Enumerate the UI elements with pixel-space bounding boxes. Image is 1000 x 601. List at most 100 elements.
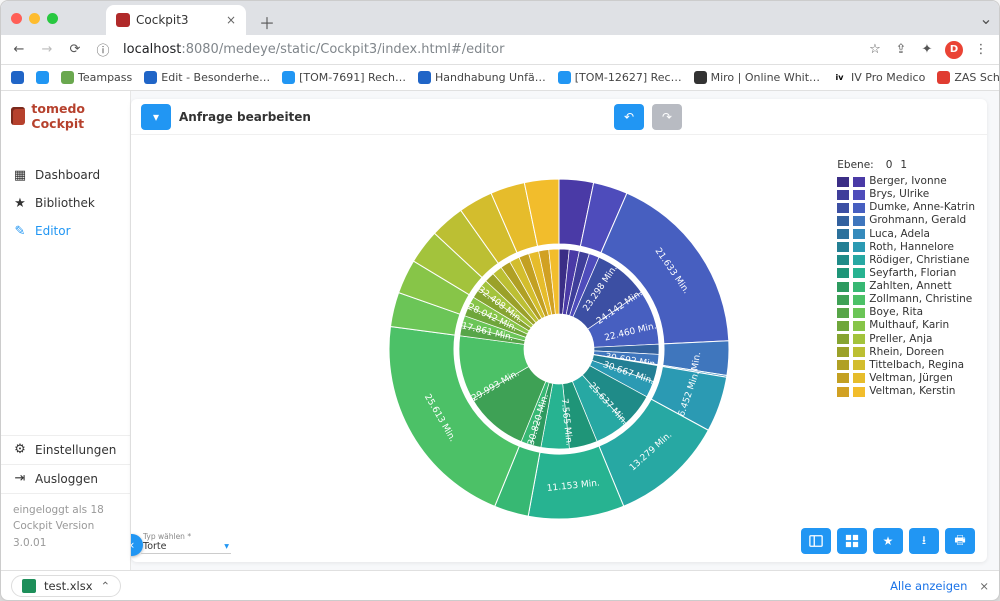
sidebar-item-editor[interactable]: ✎ Editor bbox=[1, 217, 130, 245]
sidebar-item-label: Ausloggen bbox=[35, 472, 98, 486]
legend-row[interactable]: Rhein, Doreen bbox=[837, 346, 975, 359]
sidebar-item-logout[interactable]: ⇥ Ausloggen bbox=[1, 465, 130, 494]
legend-swatch-1 bbox=[853, 216, 865, 226]
sidebar-item-label: Bibliothek bbox=[35, 196, 95, 210]
legend-row[interactable]: Grohmann, Gerald bbox=[837, 214, 975, 227]
maximize-icon[interactable] bbox=[47, 13, 58, 24]
gear-icon: ⚙ bbox=[13, 443, 27, 457]
window-controls[interactable] bbox=[11, 13, 58, 24]
chart-type-select[interactable]: Typ wählen * Torte ▾ bbox=[141, 531, 231, 554]
show-all-downloads-link[interactable]: Alle anzeigen bbox=[890, 579, 967, 593]
bookmark-item[interactable] bbox=[36, 71, 49, 84]
tab-close-icon[interactable]: × bbox=[226, 13, 236, 27]
legend-row[interactable]: Roth, Hannelore bbox=[837, 241, 975, 254]
profile-avatar[interactable]: D bbox=[945, 41, 963, 59]
chevron-up-icon[interactable]: ⌃ bbox=[101, 579, 111, 593]
legend-swatch-1 bbox=[853, 360, 865, 370]
tabs-overflow-icon[interactable]: ⌄ bbox=[973, 9, 999, 28]
redo-button[interactable]: ↷ bbox=[652, 104, 682, 130]
site-info-icon[interactable]: ⓘ bbox=[95, 42, 111, 58]
legend-swatch-1 bbox=[853, 295, 865, 305]
bookmark-icon bbox=[937, 71, 950, 84]
legend-row[interactable]: Veltman, Jürgen bbox=[837, 372, 975, 385]
bookmark-item[interactable]: [TOM-7691] Rech… bbox=[282, 71, 406, 84]
legend-row[interactable]: Luca, Adela bbox=[837, 228, 975, 241]
url-field[interactable]: localhost:8080/medeye/static/Cockpit3/in… bbox=[123, 42, 855, 57]
close-icon[interactable] bbox=[11, 13, 22, 24]
legend-row[interactable]: Rödiger, Christiane bbox=[837, 254, 975, 267]
back-icon[interactable]: ← bbox=[11, 42, 27, 58]
legend-title: Ebene: bbox=[837, 159, 873, 171]
extensions-icon[interactable]: ✦ bbox=[919, 42, 935, 58]
legend-row[interactable]: Preller, Anja bbox=[837, 333, 975, 346]
bookmark-star-icon[interactable]: ☆ bbox=[867, 42, 883, 58]
download-shelf: test.xlsx ⌃ Alle anzeigen × bbox=[1, 570, 999, 600]
bookmark-item[interactable]: ivIV Pro Medico bbox=[832, 71, 925, 84]
legend-row[interactable]: Boye, Rita bbox=[837, 306, 975, 319]
legend-label: Multhauf, Karin bbox=[869, 319, 949, 332]
legend-row[interactable]: Brys, Ulrike bbox=[837, 188, 975, 201]
bookmark-item[interactable]: Edit - Besonderhe… bbox=[144, 71, 270, 84]
bookmark-item[interactable] bbox=[11, 71, 24, 84]
sidebar-item-bibliothek[interactable]: ★ Bibliothek bbox=[1, 189, 130, 217]
legend-swatch-0 bbox=[837, 347, 849, 357]
brand: tomedo Cockpit bbox=[1, 101, 130, 143]
pie-chart[interactable]: 21.633 Min.23.298 Min.24.142 Min.22.460 … bbox=[339, 159, 779, 539]
legend-label: Veltman, Jürgen bbox=[869, 372, 953, 385]
new-tab-button[interactable]: ＋ bbox=[254, 9, 280, 35]
tab-title: Cockpit3 bbox=[136, 13, 189, 27]
legend-label: Tittelbach, Regina bbox=[869, 359, 964, 372]
tab-cockpit[interactable]: Cockpit3 × bbox=[106, 5, 246, 35]
legend-swatch-0 bbox=[837, 360, 849, 370]
legend-row[interactable]: Zollmann, Christine bbox=[837, 293, 975, 306]
legend-row[interactable]: Zahlten, Annett bbox=[837, 280, 975, 293]
legend-swatch-1 bbox=[853, 387, 865, 397]
legend-row[interactable]: Seyfarth, Florian bbox=[837, 267, 975, 280]
bookmark-label: Edit - Besonderhe… bbox=[161, 71, 270, 84]
legend-swatch-1 bbox=[853, 190, 865, 200]
pencil-icon: ✎ bbox=[13, 224, 27, 238]
legend-row[interactable]: Veltman, Kerstin bbox=[837, 385, 975, 398]
star-icon: ★ bbox=[13, 196, 27, 210]
bookmark-item[interactable]: ZAS Schweiz (AH… bbox=[937, 71, 999, 84]
bookmark-label: ZAS Schweiz (AH… bbox=[954, 71, 999, 84]
bookmark-item[interactable]: Handhabung Unfä… bbox=[418, 71, 546, 84]
action-print-button[interactable]: 🖶 bbox=[945, 528, 975, 554]
dropdown-button[interactable]: ▾ bbox=[141, 104, 171, 130]
menu-icon[interactable]: ⋮ bbox=[973, 42, 989, 58]
share-icon[interactable]: ⇪ bbox=[893, 42, 909, 58]
undo-button[interactable]: ↶ bbox=[614, 104, 644, 130]
legend-swatch-1 bbox=[853, 282, 865, 292]
download-chip[interactable]: test.xlsx ⌃ bbox=[11, 575, 121, 597]
action-sidebar-button[interactable] bbox=[801, 528, 831, 554]
bookmark-icon bbox=[36, 71, 49, 84]
legend-swatch-1 bbox=[853, 268, 865, 278]
sidebar-item-dashboard[interactable]: ▦ Dashboard bbox=[1, 161, 130, 189]
close-shelf-icon[interactable]: × bbox=[979, 579, 989, 593]
legend-row[interactable]: Dumke, Anne-Katrin bbox=[837, 201, 975, 214]
legend-row[interactable]: Tittelbach, Regina bbox=[837, 359, 975, 372]
bookmark-icon bbox=[61, 71, 74, 84]
action-grid-button[interactable] bbox=[837, 528, 867, 554]
legend-row[interactable]: Multhauf, Karin bbox=[837, 319, 975, 332]
forward-icon[interactable]: → bbox=[39, 42, 55, 58]
action-download-button[interactable]: ⭳ bbox=[909, 528, 939, 554]
action-favorite-button[interactable]: ★ bbox=[873, 528, 903, 554]
legend-swatch-0 bbox=[837, 387, 849, 397]
sidebar-item-settings[interactable]: ⚙ Einstellungen bbox=[1, 436, 130, 465]
bookmark-item[interactable]: Miro | Online Whit… bbox=[694, 71, 820, 84]
chevron-down-icon: ▾ bbox=[224, 541, 229, 552]
bookmark-item[interactable]: Teampass bbox=[61, 71, 132, 84]
legend-swatch-0 bbox=[837, 255, 849, 265]
reload-icon[interactable]: ⟳ bbox=[67, 42, 83, 58]
editor-card: ▾ Anfrage bearbeiten ↶ ↷ 21.633 Min.23.2… bbox=[131, 99, 987, 562]
login-status: eingeloggt als 18 bbox=[13, 502, 118, 519]
bookmark-label: Handhabung Unfä… bbox=[435, 71, 546, 84]
legend-row[interactable]: Berger, Ivonne bbox=[837, 175, 975, 188]
bookmark-item[interactable]: [TOM-12627] Rec… bbox=[558, 71, 682, 84]
minimize-icon[interactable] bbox=[29, 13, 40, 24]
legend-swatch-0 bbox=[837, 321, 849, 331]
legend-swatch-1 bbox=[853, 308, 865, 318]
chart-action-bar: ★ ⭳ 🖶 bbox=[801, 528, 975, 554]
legend-label: Luca, Adela bbox=[869, 228, 930, 241]
